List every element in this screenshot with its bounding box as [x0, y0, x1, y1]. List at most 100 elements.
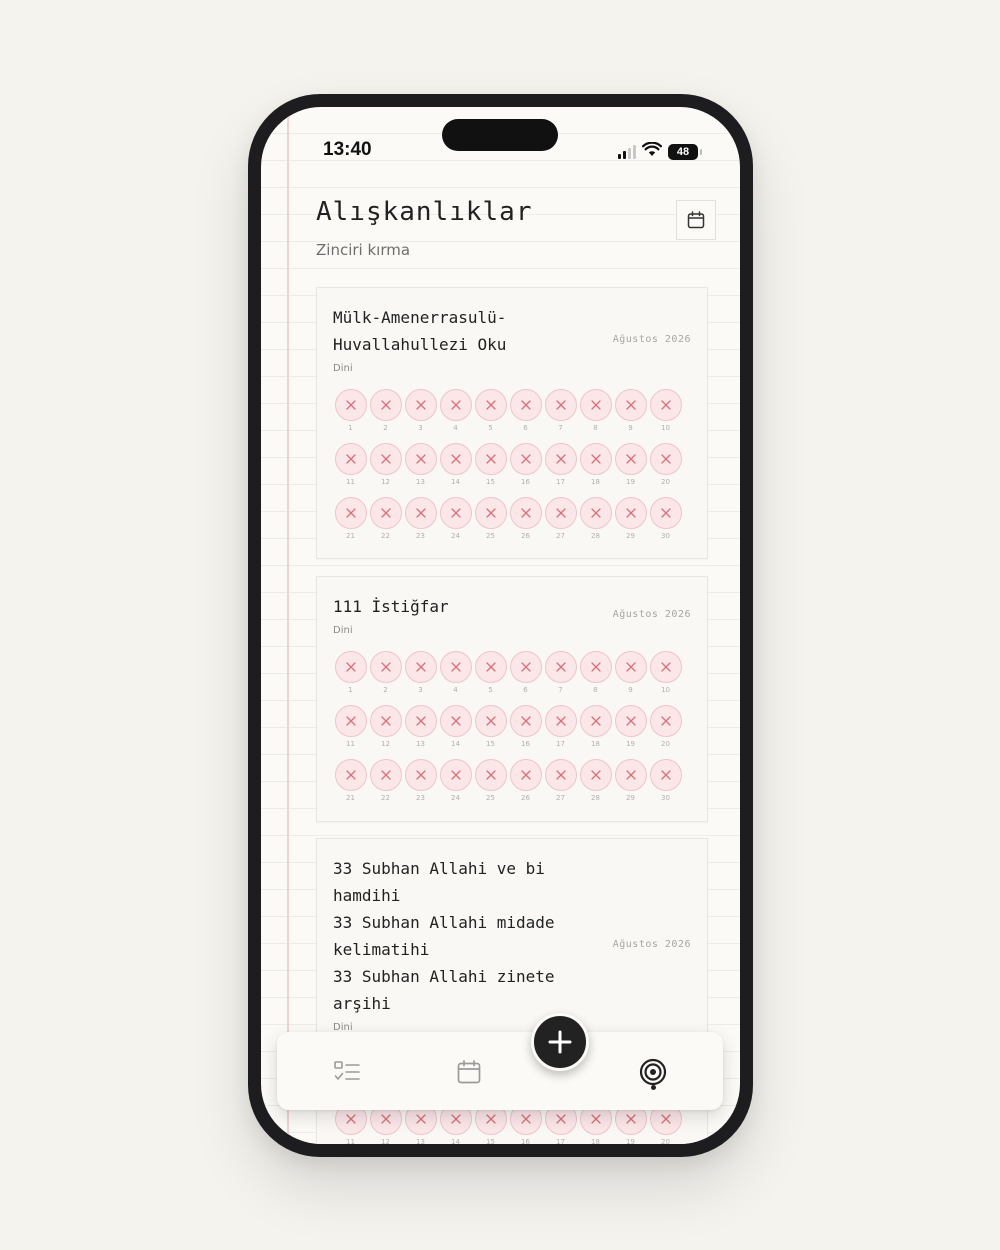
missed-day-button[interactable]	[474, 443, 507, 475]
missed-day-button[interactable]	[649, 759, 682, 791]
missed-day-button[interactable]	[544, 443, 577, 475]
missed-day-button[interactable]	[404, 443, 437, 475]
missed-day-button[interactable]	[334, 389, 367, 421]
missed-day-button[interactable]	[544, 389, 577, 421]
missed-day-button[interactable]	[474, 497, 507, 529]
day-cell[interactable]: 29	[613, 497, 648, 540]
day-cell[interactable]: 22	[368, 497, 403, 540]
missed-day-button[interactable]	[369, 389, 402, 421]
missed-day-button[interactable]	[369, 651, 402, 683]
day-cell[interactable]: 18	[578, 443, 613, 486]
missed-day-button[interactable]	[439, 759, 472, 791]
missed-day-button[interactable]	[404, 651, 437, 683]
day-cell[interactable]: 18	[578, 705, 613, 748]
day-cell[interactable]: 20	[648, 705, 683, 748]
missed-day-button[interactable]	[579, 443, 612, 475]
missed-day-button[interactable]	[579, 497, 612, 529]
missed-day-button[interactable]	[439, 443, 472, 475]
day-cell[interactable]: 26	[508, 497, 543, 540]
day-cell[interactable]: 12	[368, 705, 403, 748]
day-cell[interactable]: 25	[473, 497, 508, 540]
missed-day-button[interactable]	[369, 705, 402, 737]
day-cell[interactable]: 10	[648, 389, 683, 432]
missed-day-button[interactable]	[369, 759, 402, 791]
day-cell[interactable]: 20	[648, 443, 683, 486]
missed-day-button[interactable]	[334, 759, 367, 791]
day-cell[interactable]: 16	[508, 443, 543, 486]
day-cell[interactable]: 30	[648, 497, 683, 540]
missed-day-button[interactable]	[544, 651, 577, 683]
missed-day-button[interactable]	[509, 497, 542, 529]
missed-day-button[interactable]	[649, 389, 682, 421]
missed-day-button[interactable]	[614, 443, 647, 475]
day-cell[interactable]: 22	[368, 759, 403, 802]
day-cell[interactable]: 16	[508, 705, 543, 748]
day-cell[interactable]: 13	[403, 443, 438, 486]
day-cell[interactable]: 9	[613, 651, 648, 694]
missed-day-button[interactable]	[614, 389, 647, 421]
day-cell[interactable]: 13	[403, 705, 438, 748]
missed-day-button[interactable]	[439, 705, 472, 737]
day-cell[interactable]: 25	[473, 759, 508, 802]
missed-day-button[interactable]	[544, 705, 577, 737]
missed-day-button[interactable]	[614, 497, 647, 529]
day-cell[interactable]: 23	[403, 497, 438, 540]
day-cell[interactable]: 14	[438, 705, 473, 748]
missed-day-button[interactable]	[474, 759, 507, 791]
day-cell[interactable]: 15	[473, 705, 508, 748]
missed-day-button[interactable]	[334, 705, 367, 737]
day-cell[interactable]: 11	[333, 443, 368, 486]
missed-day-button[interactable]	[509, 651, 542, 683]
day-cell[interactable]: 19	[613, 443, 648, 486]
calendar-button[interactable]	[676, 200, 716, 240]
day-cell[interactable]: 17	[543, 443, 578, 486]
day-cell[interactable]: 17	[543, 705, 578, 748]
missed-day-button[interactable]	[509, 443, 542, 475]
missed-day-button[interactable]	[614, 759, 647, 791]
habit-card[interactable]: 111 İstiğfar Ağustos 2026 Dini 123456789…	[316, 576, 708, 822]
day-cell[interactable]: 9	[613, 389, 648, 432]
missed-day-button[interactable]	[334, 497, 367, 529]
day-cell[interactable]: 1	[333, 651, 368, 694]
day-cell[interactable]: 6	[508, 389, 543, 432]
tab-calendar[interactable]	[449, 1052, 489, 1092]
day-cell[interactable]: 5	[473, 389, 508, 432]
habit-card[interactable]: Mülk-Amenerrasulü- Huvallahullezi Oku Ağ…	[316, 287, 708, 559]
day-cell[interactable]: 6	[508, 651, 543, 694]
missed-day-button[interactable]	[579, 759, 612, 791]
day-cell[interactable]: 4	[438, 651, 473, 694]
missed-day-button[interactable]	[544, 759, 577, 791]
day-cell[interactable]: 1	[333, 389, 368, 432]
missed-day-button[interactable]	[369, 443, 402, 475]
missed-day-button[interactable]	[614, 651, 647, 683]
missed-day-button[interactable]	[579, 705, 612, 737]
missed-day-button[interactable]	[544, 497, 577, 529]
missed-day-button[interactable]	[649, 705, 682, 737]
tab-tasks[interactable]	[327, 1052, 367, 1092]
day-cell[interactable]: 11	[333, 705, 368, 748]
missed-day-button[interactable]	[369, 497, 402, 529]
day-cell[interactable]: 7	[543, 651, 578, 694]
day-cell[interactable]: 24	[438, 497, 473, 540]
missed-day-button[interactable]	[439, 389, 472, 421]
day-cell[interactable]: 27	[543, 497, 578, 540]
missed-day-button[interactable]	[404, 759, 437, 791]
day-cell[interactable]: 28	[578, 497, 613, 540]
missed-day-button[interactable]	[334, 651, 367, 683]
day-cell[interactable]: 21	[333, 759, 368, 802]
day-cell[interactable]: 7	[543, 389, 578, 432]
missed-day-button[interactable]	[509, 759, 542, 791]
day-cell[interactable]: 3	[403, 389, 438, 432]
day-cell[interactable]: 3	[403, 651, 438, 694]
missed-day-button[interactable]	[334, 443, 367, 475]
day-cell[interactable]: 8	[578, 651, 613, 694]
missed-day-button[interactable]	[404, 497, 437, 529]
day-cell[interactable]: 12	[368, 443, 403, 486]
missed-day-button[interactable]	[509, 389, 542, 421]
day-cell[interactable]: 29	[613, 759, 648, 802]
missed-day-button[interactable]	[649, 497, 682, 529]
day-cell[interactable]: 5	[473, 651, 508, 694]
day-cell[interactable]: 15	[473, 443, 508, 486]
day-cell[interactable]: 4	[438, 389, 473, 432]
missed-day-button[interactable]	[404, 389, 437, 421]
